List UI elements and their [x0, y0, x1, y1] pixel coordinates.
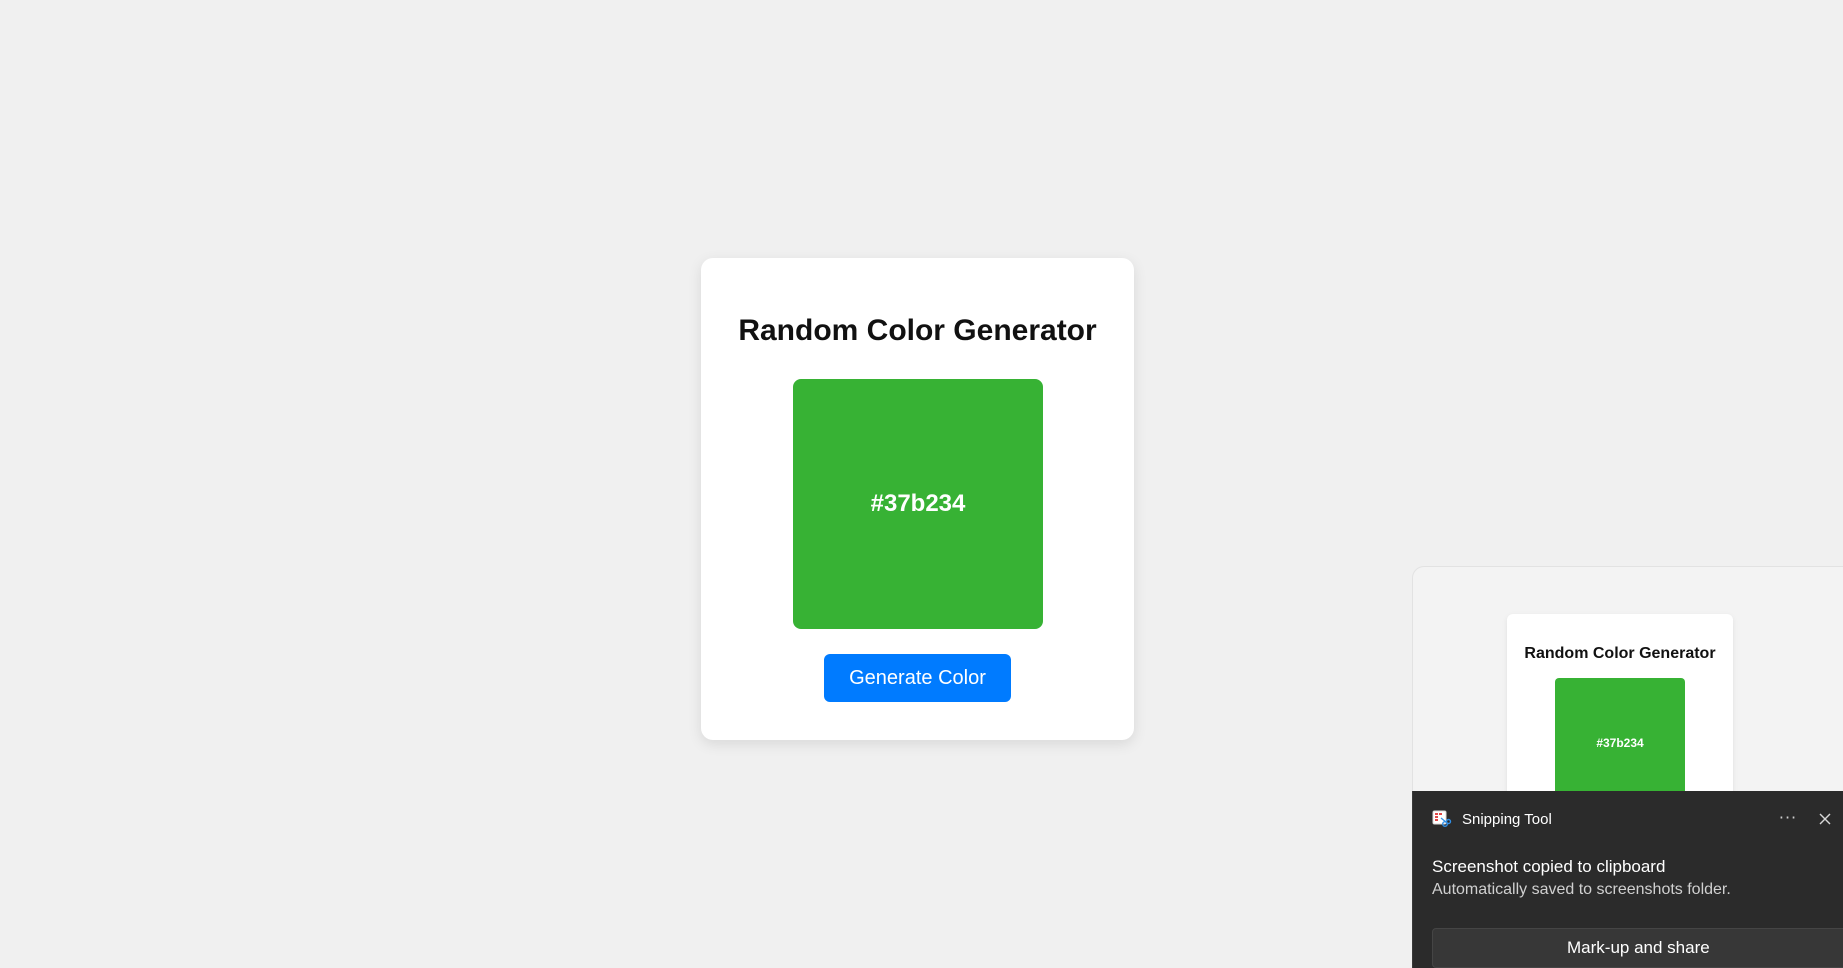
more-options-icon[interactable]: ···	[1773, 805, 1803, 833]
snipping-tool-icon	[1432, 810, 1452, 827]
toast-app-name: Snipping Tool	[1462, 811, 1552, 828]
toast-heading: Screenshot copied to clipboard	[1432, 857, 1666, 876]
snipping-tool-notification: Snipping Tool ··· Screenshot copied to c…	[1412, 791, 1843, 968]
screenshot-preview[interactable]: Random Color Generator #37b234	[1412, 566, 1843, 792]
color-swatch: #37b234	[793, 379, 1043, 629]
toast-body: Automatically saved to screenshots folde…	[1432, 881, 1731, 898]
mark-up-and-share-button[interactable]: Mark-up and share	[1432, 928, 1843, 968]
page-title: Random Color Generator	[738, 314, 1097, 347]
generate-color-button[interactable]: Generate Color	[824, 654, 1011, 702]
color-hex-label: #37b234	[870, 490, 966, 517]
color-generator-card: Random Color Generator #37b234 Generate …	[701, 258, 1134, 740]
preview-color-hex-label: #37b234	[1596, 736, 1644, 750]
preview-color-swatch: #37b234	[1555, 678, 1685, 792]
close-icon[interactable]	[1813, 807, 1837, 831]
preview-title: Random Color Generator	[1524, 645, 1716, 662]
preview-card: Random Color Generator #37b234	[1507, 614, 1733, 792]
